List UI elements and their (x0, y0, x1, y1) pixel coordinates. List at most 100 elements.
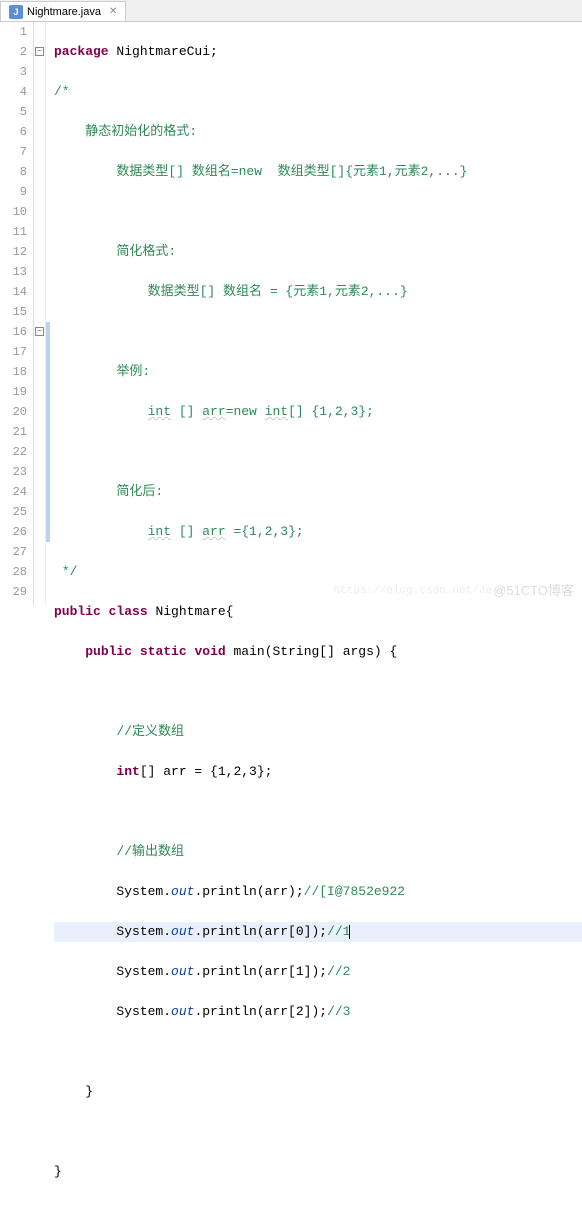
static-field-out: out (171, 924, 194, 939)
close-icon[interactable]: ✕ (109, 6, 117, 17)
line-number: 10 (0, 202, 27, 222)
line-number: 23 (0, 462, 27, 482)
comment-line: //3 (327, 1004, 350, 1019)
line-number: 21 (0, 422, 27, 442)
code-text: System. (116, 924, 171, 939)
code-text: int (148, 524, 171, 539)
line-number: 25 (0, 502, 27, 522)
code-line (54, 802, 582, 822)
line-number: 8 (0, 162, 27, 182)
comment-line: //定义数组 (116, 724, 184, 739)
code-text (54, 404, 148, 419)
line-number: 6 (0, 122, 27, 142)
code-text: main(String[] args) { (226, 644, 398, 659)
code-text: arr (202, 404, 225, 419)
comment-line: 数据类型[] 数组名 = {元素1,元素2,...} (54, 282, 582, 302)
comment-line: //输出数组 (116, 844, 184, 859)
line-number: 24 (0, 482, 27, 502)
code-area[interactable]: package NightmareCui; /* 静态初始化的格式: 数据类型[… (50, 22, 582, 605)
line-number: 2 (0, 42, 27, 62)
line-number: 12 (0, 242, 27, 262)
code-text: System. (116, 884, 171, 899)
keyword-void: void (194, 644, 225, 659)
line-number: 20 (0, 402, 27, 422)
comment-line: 数据类型[] 数组名=new 数组类型[]{元素1,元素2,...} (54, 162, 582, 182)
comment-line: //2 (327, 964, 350, 979)
current-line: System.out.println(arr[0]);//1 (54, 922, 582, 942)
comment-line (54, 202, 582, 222)
line-number: 27 (0, 542, 27, 562)
keyword-public: public (54, 604, 101, 619)
line-number: 14 (0, 282, 27, 302)
comment-line: */ (54, 562, 582, 582)
fold-toggle-icon[interactable]: − (35, 47, 44, 56)
tab-nightmare-java[interactable]: J Nightmare.java ✕ (0, 1, 126, 21)
code-text: ={1,2,3}; (226, 524, 304, 539)
keyword-public: public (85, 644, 132, 659)
code-line (54, 682, 582, 702)
tab-bar: J Nightmare.java ✕ (0, 0, 582, 22)
line-number: 22 (0, 442, 27, 462)
line-number: 26 (0, 522, 27, 542)
line-number: 13 (0, 262, 27, 282)
code-text: .println(arr[1]); (194, 964, 327, 979)
keyword-package: package (54, 44, 109, 59)
static-field-out: out (171, 1004, 194, 1019)
fold-toggle-icon[interactable]: − (35, 327, 44, 336)
line-number: 5 (0, 102, 27, 122)
watermark-text: https://blog.csdn.net/Ja (334, 581, 492, 601)
code-text: .println(arr); (194, 884, 303, 899)
line-number: 9 (0, 182, 27, 202)
editor-area: 1 2 3 4 5 6 7 8 9 10 11 12 13 14 15 16 1… (0, 22, 582, 605)
code-line: } (54, 1082, 582, 1102)
code-text: [] {1,2,3}; (288, 404, 374, 419)
line-number: 15 (0, 302, 27, 322)
comment-line: //[I@7852e922 (304, 884, 405, 899)
code-text: [] (171, 404, 202, 419)
code-text: [] (171, 524, 202, 539)
line-number: 18 (0, 362, 27, 382)
line-number: 3 (0, 62, 27, 82)
comment-line: 简化后: (54, 482, 582, 502)
comment-line: 静态初始化的格式: (54, 122, 582, 142)
code-text: .println(arr[0]); (194, 924, 327, 939)
static-field-out: out (171, 884, 194, 899)
keyword-int: int (116, 764, 139, 779)
code-text (54, 524, 148, 539)
code-line (54, 1122, 582, 1142)
comment-line: /* (54, 82, 582, 102)
code-line (54, 1042, 582, 1062)
comment-line (54, 442, 582, 462)
java-file-icon: J (9, 5, 23, 19)
line-number-gutter: 1 2 3 4 5 6 7 8 9 10 11 12 13 14 15 16 1… (0, 22, 34, 605)
code-text: =new (226, 404, 265, 419)
code-text: System. (116, 964, 171, 979)
comment-line (54, 322, 582, 342)
line-number: 29 (0, 582, 27, 602)
fold-strip: − − (34, 22, 46, 605)
text-caret (349, 925, 350, 939)
line-number: 16 (0, 322, 27, 342)
line-number: 19 (0, 382, 27, 402)
line-number: 7 (0, 142, 27, 162)
line-number: 4 (0, 82, 27, 102)
code-text: int (265, 404, 288, 419)
code-text: NightmareCui; (109, 44, 218, 59)
watermark-text: @51CTO博客 (493, 581, 574, 601)
comment-line: 简化格式: (54, 242, 582, 262)
code-text: System. (116, 1004, 171, 1019)
code-text: .println(arr[2]); (194, 1004, 327, 1019)
keyword-class: class (109, 604, 148, 619)
line-number: 1 (0, 22, 27, 42)
line-number: 11 (0, 222, 27, 242)
tab-title: Nightmare.java (27, 6, 101, 18)
code-text: arr (202, 524, 225, 539)
comment-line: //1 (327, 924, 350, 939)
static-field-out: out (171, 964, 194, 979)
code-text: [] arr = {1,2,3}; (140, 764, 273, 779)
line-number: 17 (0, 342, 27, 362)
comment-line: 举例: (54, 362, 582, 382)
code-line: } (54, 1162, 582, 1182)
code-text: Nightmare{ (148, 604, 234, 619)
code-text: int (148, 404, 171, 419)
